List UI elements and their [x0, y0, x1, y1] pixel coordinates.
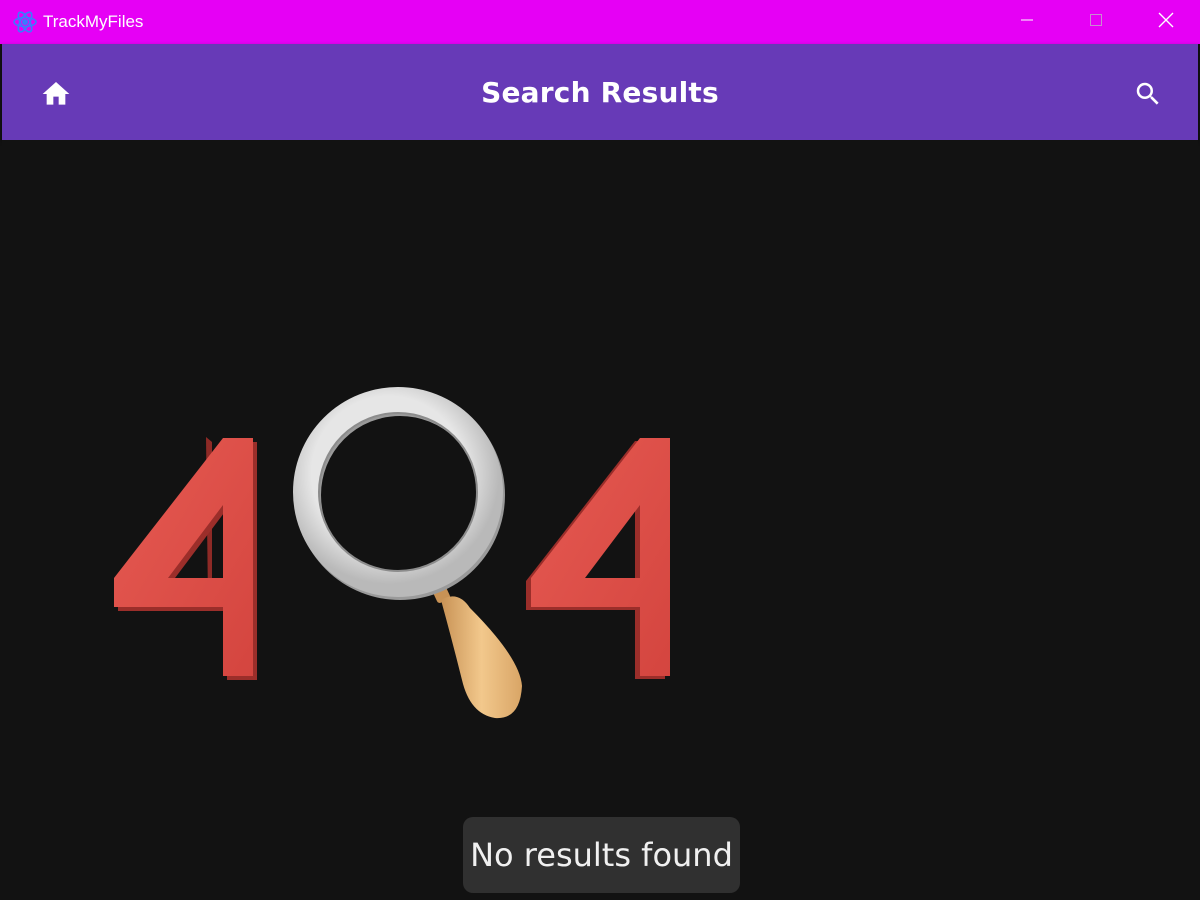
search-icon — [1133, 79, 1163, 114]
snackbar-message: No results found — [470, 836, 733, 874]
close-icon — [1158, 12, 1174, 33]
minimize-icon — [1020, 13, 1034, 32]
search-button[interactable] — [1124, 72, 1172, 120]
minimize-button[interactable] — [992, 0, 1062, 44]
close-button[interactable] — [1131, 0, 1200, 44]
atom-icon — [13, 10, 37, 34]
404-magnifier-illustration — [100, 240, 710, 730]
window-titlebar[interactable]: TrackMyFiles — [0, 0, 1200, 44]
window-title: TrackMyFiles — [43, 12, 144, 31]
app-bar: Search Results — [2, 44, 1198, 140]
digit-four-left — [114, 437, 257, 680]
maximize-button[interactable] — [1061, 0, 1131, 44]
magnifier-ring — [293, 387, 505, 600]
digit-four-right — [526, 438, 670, 679]
magnifier-handle — [429, 579, 522, 719]
page-title: Search Results — [481, 76, 719, 109]
maximize-icon — [1089, 13, 1103, 32]
app-window: TrackMyFiles Search Results No results f… — [0, 0, 1200, 900]
snackbar: No results found — [463, 817, 740, 893]
